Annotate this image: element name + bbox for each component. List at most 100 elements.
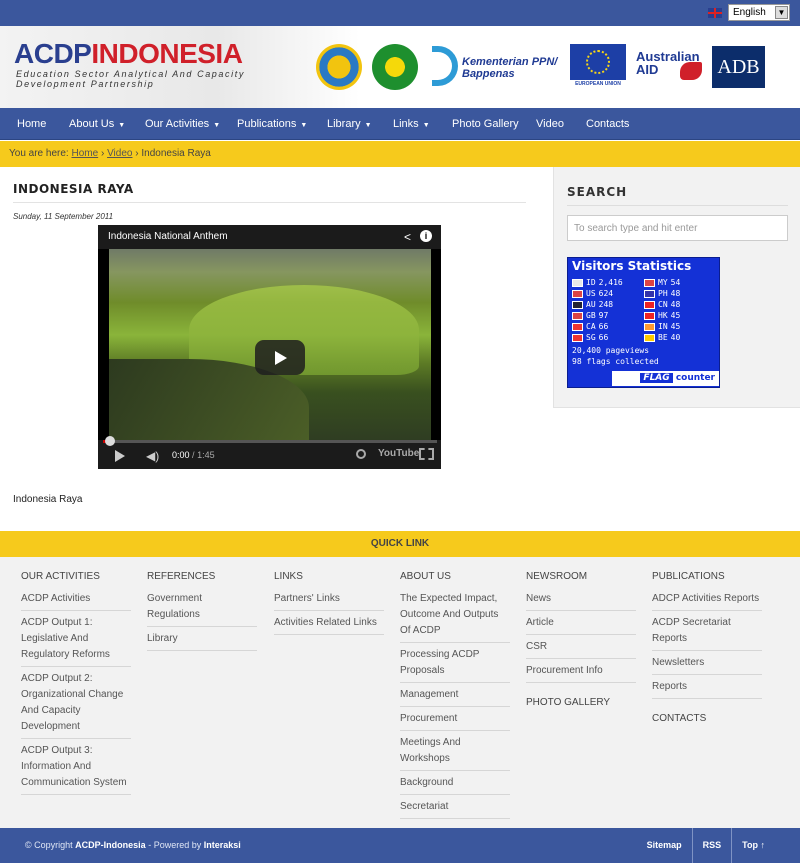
nav-contacts[interactable]: Contacts: [586, 108, 629, 140]
sitemap-link[interactable]: Sitemap: [637, 828, 692, 863]
nav-home[interactable]: Home: [17, 108, 46, 140]
breadcrumb-prefix: You are here:: [9, 148, 69, 159]
footer-link[interactable]: Article: [526, 613, 636, 635]
footer-link[interactable]: Newsletters: [652, 653, 762, 675]
breadcrumb-home-link[interactable]: Home: [71, 148, 98, 159]
nav-publications[interactable]: Publications ▼: [237, 108, 307, 140]
footer-link[interactable]: Meetings And Workshops: [400, 733, 510, 771]
footer-link[interactable]: The Expected Impact, Outcome And Outputs…: [400, 589, 510, 643]
time-display: 0:00 / 1:45: [172, 450, 215, 460]
fullscreen-icon[interactable]: [419, 448, 434, 460]
bottom-links: Sitemap RSS Top ↑: [637, 828, 775, 863]
kemenag-logo: [372, 44, 418, 90]
footer-contacts-link[interactable]: CONTACTS: [652, 713, 762, 724]
country-count: 40: [670, 333, 681, 342]
video-header: Indonesia National Anthem < i: [98, 225, 441, 249]
footer-link[interactable]: Management: [400, 685, 510, 707]
share-icon[interactable]: <: [404, 230, 411, 244]
footer-link[interactable]: ACDP Output 3: Information And Communica…: [21, 741, 131, 795]
footer-links: OUR ACTIVITIES ACDP Activities ACDP Outpu…: [0, 557, 800, 828]
country-flag-icon: [644, 278, 655, 287]
footer-photo-gallery-link[interactable]: PHOTO GALLERY: [526, 697, 636, 708]
site-header: ACDPINDONESIA Education Sector Analytica…: [0, 26, 800, 108]
site-logo[interactable]: ACDPINDONESIA: [14, 38, 243, 70]
footer-heading: LINKS: [274, 571, 303, 582]
video-player[interactable]: Indonesia National Anthem < i ◀) 0:00 / …: [98, 225, 441, 469]
footer-link[interactable]: Processing ACDP Proposals: [400, 645, 510, 683]
kangaroo-icon: [680, 62, 702, 80]
logo-primary: ACDP: [14, 38, 92, 69]
footer-link[interactable]: Reports: [652, 677, 762, 699]
scrubber-handle[interactable]: [105, 436, 115, 446]
copyright: © Copyright ACDP-Indonesia - Powered by …: [25, 828, 241, 863]
country-flag-icon: [572, 300, 583, 309]
progress-bar[interactable]: [103, 436, 437, 446]
footer-link[interactable]: News: [526, 589, 636, 611]
flag-counter-widget[interactable]: Visitors Statistics ID 2,416 US 624 AU 248 GB 9…: [567, 257, 720, 388]
eu-logo: EUROPEAN UNION: [570, 44, 626, 90]
footer-link[interactable]: Partners' Links: [274, 589, 384, 611]
watch-later-icon[interactable]: [356, 449, 366, 459]
play-icon[interactable]: [115, 450, 125, 462]
vendor-link[interactable]: Interaksi: [204, 840, 241, 850]
flag-counter-title: Visitors Statistics: [572, 259, 692, 273]
footer-link[interactable]: CSR: [526, 637, 636, 659]
time-total: 1:45: [197, 450, 215, 460]
nav-about-us[interactable]: About Us ▼: [69, 108, 125, 140]
footer-col-newsroom: NEWSROOM News Article CSR Procurement Info …: [526, 571, 636, 708]
info-icon[interactable]: i: [420, 230, 432, 242]
flag-counter-row: CA 66: [572, 321, 608, 332]
country-code: ID: [586, 278, 596, 287]
youtube-logo[interactable]: YouTube: [378, 448, 419, 459]
time-separator: /: [192, 450, 195, 460]
rss-link[interactable]: RSS: [691, 828, 732, 863]
country-flag-icon: [572, 278, 583, 287]
footer-heading: OUR ACTIVITIES: [21, 571, 100, 582]
video-thumbnail[interactable]: [109, 249, 431, 440]
flag-counter-pageviews: 20,400 pageviews: [572, 346, 650, 355]
nav-video[interactable]: Video: [536, 108, 564, 140]
chevron-down-icon[interactable]: ▼: [775, 6, 788, 19]
nav-our-activities[interactable]: Our Activities ▼: [145, 108, 220, 140]
footer-link[interactable]: ADCP Activities Reports: [652, 589, 762, 611]
breadcrumb-video-link[interactable]: Video: [107, 148, 132, 159]
flag-counter-row: IN 45: [644, 321, 680, 332]
footer-link[interactable]: Library: [147, 629, 257, 651]
bottom-bar: © Copyright ACDP-Indonesia - Powered by …: [0, 828, 800, 863]
language-switcher: English ▼: [708, 4, 790, 21]
country-flag-icon: [572, 311, 583, 320]
nav-gallery-label: Photo Gallery: [452, 118, 519, 130]
flag-counter-row: ID 2,416: [572, 277, 623, 288]
footer-link[interactable]: Background: [400, 773, 510, 795]
country-count: 45: [670, 322, 681, 331]
footer-link[interactable]: Secretariat: [400, 797, 510, 819]
flag-counter-row: CN 48: [644, 299, 680, 310]
footer-link[interactable]: ACDP Secretariat Reports: [652, 613, 762, 651]
footer-link[interactable]: ACDP Activities: [21, 589, 131, 611]
breadcrumb-separator: ›: [135, 148, 139, 159]
nav-library[interactable]: Library ▼: [327, 108, 372, 140]
breadcrumb: You are here: Home › Video › Indonesia R…: [0, 141, 800, 167]
search-input[interactable]: To search type and hit enter: [567, 215, 788, 241]
footer-heading: NEWSROOM: [526, 571, 588, 582]
country-code: PH: [658, 289, 668, 298]
video-title[interactable]: Indonesia National Anthem: [108, 231, 228, 242]
footer-link[interactable]: Procurement Info: [526, 661, 636, 683]
nav-photo-gallery[interactable]: Photo Gallery: [452, 108, 519, 140]
logo-secondary: INDONESIA: [91, 38, 243, 69]
language-select[interactable]: English ▼: [728, 4, 790, 21]
country-count: 2,416: [598, 278, 623, 287]
footer-link[interactable]: Activities Related Links: [274, 613, 384, 635]
big-play-button[interactable]: [255, 340, 305, 375]
nav-links-label: Links: [393, 118, 419, 130]
volume-icon[interactable]: ◀): [146, 449, 159, 463]
footer-link[interactable]: ACDP Output 2: Organizational Change And…: [21, 669, 131, 739]
footer-link[interactable]: Government Regulations: [147, 589, 257, 627]
footer-link[interactable]: ACDP Output 1: Legislative And Regulator…: [21, 613, 131, 667]
nav-links[interactable]: Links ▼: [393, 108, 430, 140]
country-flag-icon: [572, 289, 583, 298]
footer-link[interactable]: Procurement: [400, 709, 510, 731]
back-to-top-link[interactable]: Top ↑: [731, 828, 775, 863]
copyright-site-link[interactable]: ACDP-Indonesia: [75, 840, 146, 850]
flag-counter-badge[interactable]: FLAG counter: [612, 371, 719, 386]
